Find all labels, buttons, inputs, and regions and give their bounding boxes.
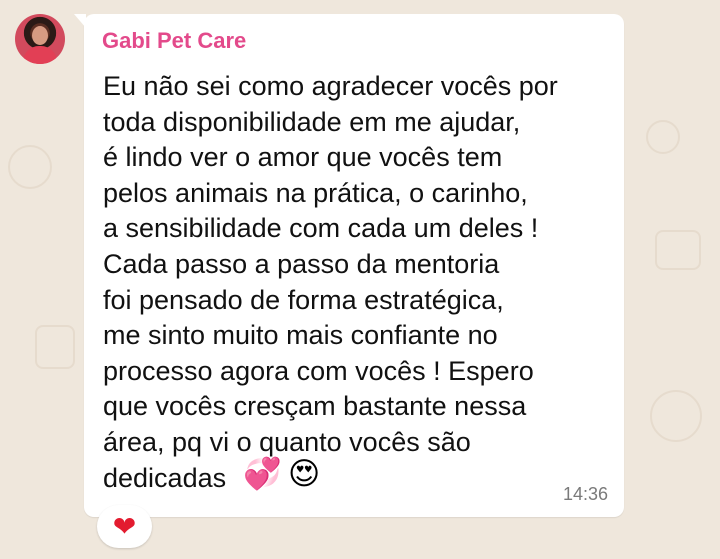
message-emojis: 💞 😍	[243, 454, 333, 496]
background-doodle	[35, 325, 75, 369]
sender-avatar[interactable]	[15, 14, 65, 64]
background-doodle	[650, 390, 702, 442]
background-doodle	[646, 120, 680, 154]
message-reaction-button[interactable]: ❤	[97, 505, 152, 548]
avatar-face	[32, 26, 48, 45]
avatar-shirt	[23, 46, 57, 64]
two-hearts-icon: 💞	[243, 456, 282, 492]
message-bubble[interactable]: Gabi Pet Care Eu não sei como agradecer …	[74, 14, 624, 517]
background-doodle	[655, 230, 701, 270]
heart-eyes-emoji-icon: 😍	[288, 456, 321, 492]
message-text: Eu não sei como agradecer vocês por toda…	[103, 71, 558, 493]
red-heart-icon: ❤	[112, 510, 137, 542]
background-doodle	[8, 145, 52, 189]
message-timestamp: 14:36	[562, 484, 608, 504]
sender-name[interactable]: Gabi Pet Care	[102, 28, 246, 54]
